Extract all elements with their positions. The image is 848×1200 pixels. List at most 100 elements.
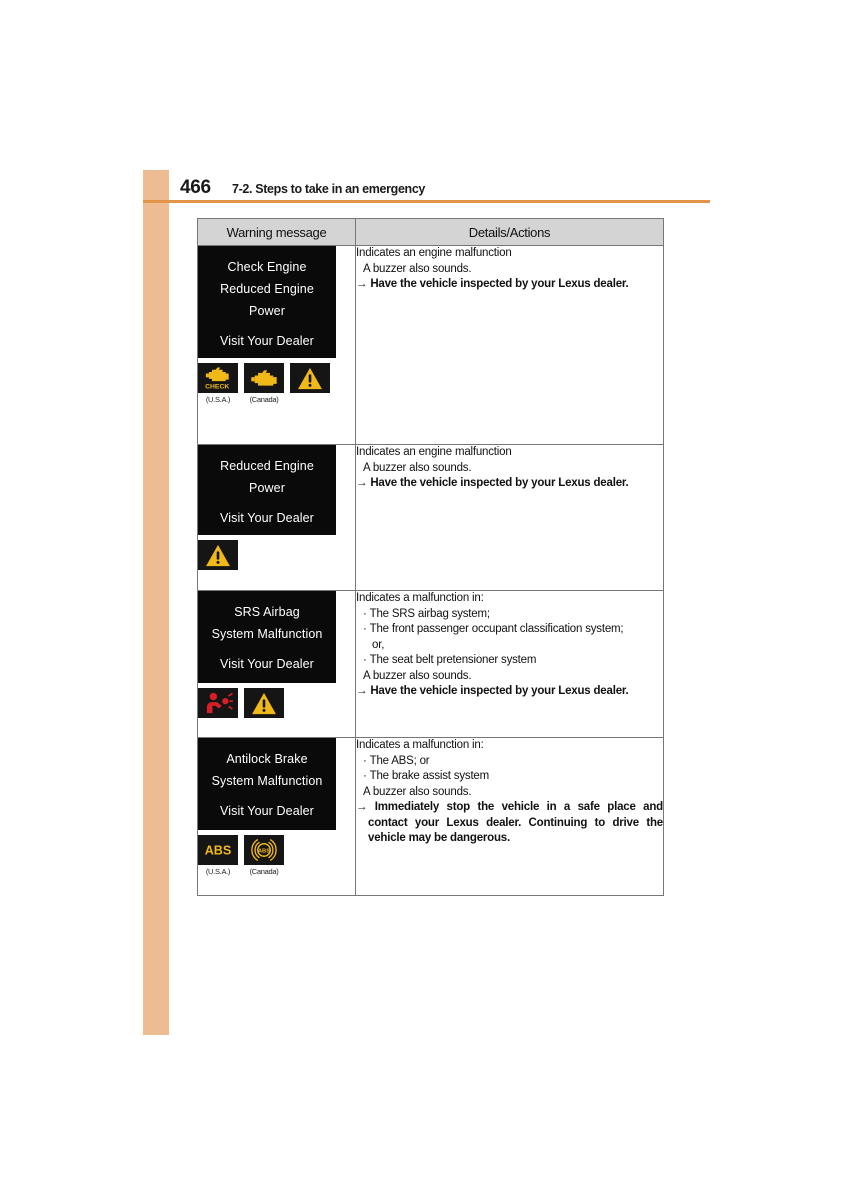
details-bullet-text: The ABS; or [369,754,430,767]
section-title: 7-2. Steps to take in an emergency [232,182,426,196]
bullet-marker-icon: · [363,623,370,635]
details-buzzer-note: A buzzer also sounds. [363,669,472,682]
indicator-icon-slot [198,540,238,581]
indicator-icon-row [198,540,355,581]
master-warning-icon [198,540,238,570]
details-intro: Indicates an engine malfunction [356,446,512,458]
svg-text:ABS: ABS [205,844,232,858]
indicator-icon-caption: (U.S.A.) [205,395,231,404]
details-action-text: Have the vehicle inspected by your Lexus… [370,685,629,697]
indicator-icon-row: ABS (U.S.A.) ABS (Canada) [198,835,355,876]
bullet-marker-icon: · [363,654,370,666]
indicator-icon-row [198,688,355,729]
warning-message-cell: SRS Airbag System Malfunction Visit Your D… [197,590,356,738]
page-margin-strip [143,170,169,1035]
display-message-line: Power [249,304,285,318]
details-content: Indicates a malfunction in: · The ABS; or… [356,738,663,847]
indicator-icon-caption: (Canada) [249,395,279,404]
table-row: Antilock Brake System Malfunction Visit Yo… [197,737,664,896]
column-header-details-actions: Details/Actions [355,218,664,246]
details-action-text: Have the vehicle inspected by your Lexus… [370,477,629,489]
instrument-display-panel: Antilock Brake System Malfunction Visit Yo… [198,738,336,830]
details-actions-cell: Indicates a malfunction in: · The ABS; or… [355,737,664,896]
table-row: Reduced Engine Power Visit Your Dealer Ind… [197,444,664,591]
indicator-icon-slot: (Canada) [244,363,284,404]
details-bullet: · The brake assist system [356,769,663,785]
column-header-warning-message: Warning message [197,218,356,246]
details-action-text: Have the vehicle inspected by your Lexus… [370,278,629,290]
details-actions-cell: Indicates an engine malfunction A buzzer … [355,245,664,445]
display-footer-line: Visit Your Dealer [220,657,314,671]
details-action: → Have the vehicle inspected by your Lex… [356,684,663,700]
details-buzzer-note: A buzzer also sounds. [363,461,472,474]
details-action-text: Immediately stop the vehicle in a safe p… [368,801,663,844]
display-message-line: SRS Airbag [234,605,300,619]
display-message-line: System Malfunction [211,627,323,641]
master-warning-icon [244,688,284,718]
abs-usa-icon: ABS [198,835,238,865]
display-footer-line: Visit Your Dealer [220,334,314,348]
details-bullet: · The front passenger occupant classific… [356,622,663,638]
svg-text:CHECK: CHECK [205,383,229,390]
display-message-line: Reduced Engine [220,459,314,473]
arrow-right-icon: → [356,477,368,489]
instrument-display-panel: Check Engine Reduced Engine Power Visit You… [198,246,336,358]
warning-message-cell: Reduced Engine Power Visit Your Dealer [197,444,356,591]
display-message-line: System Malfunction [211,774,323,788]
table-header-row: Warning message Details/Actions [197,218,664,246]
details-bullet-text: The brake assist system [369,770,490,782]
indicator-icon-slot [244,688,284,729]
details-content: Indicates an engine malfunction A buzzer … [356,246,663,293]
details-intro: Indicates a malfunction in: [356,739,484,751]
warning-message-table: Warning message Details/Actions Check En… [197,218,664,896]
details-bullet: · The seat belt pretensioner system [356,653,663,669]
bullet-marker-icon: · [363,754,370,767]
details-content: Indicates a malfunction in: · The SRS air… [356,591,663,700]
bullet-marker-icon: · [363,607,370,620]
table-body: Check Engine Reduced Engine Power Visit You… [197,245,664,896]
display-message-line: Check Engine [227,260,307,274]
details-bullet-continuation: or, [372,638,385,651]
arrow-right-icon: → [356,685,368,697]
indicator-icon-slot: CHECK (U.S.A.) [198,363,238,404]
display-message-line: Reduced Engine [220,282,314,296]
warning-message-cell: Antilock Brake System Malfunction Visit Yo… [197,737,356,896]
svg-text:ABS: ABS [258,849,270,855]
table-row: Check Engine Reduced Engine Power Visit You… [197,245,664,445]
table-row: SRS Airbag System Malfunction Visit Your D… [197,590,664,738]
srs-airbag-icon [198,688,238,718]
display-message-line: Power [249,481,285,495]
details-action: → Have the vehicle inspected by your Lex… [356,277,663,293]
master-warning-icon [290,363,330,393]
bullet-marker-icon: · [363,770,370,782]
details-bullet-text: The seat belt pretensioner system [369,654,537,666]
details-intro: Indicates an engine malfunction [356,247,512,259]
indicator-icon-row: CHECK (U.S.A.) (Canada) [198,363,355,404]
details-bullet-text: The front passenger occupant classificat… [369,623,624,635]
arrow-right-icon: → [356,801,368,813]
indicator-icon-slot [198,688,238,729]
details-bullet: · The ABS; or [356,754,663,770]
display-message-line: Antilock Brake [226,752,308,766]
header-rule [143,200,710,203]
check-engine-usa-icon: CHECK [198,363,238,393]
details-intro: Indicates a malfunction in: [356,592,484,604]
check-engine-canada-icon [244,363,284,393]
details-content: Indicates an engine malfunction A buzzer … [356,445,663,492]
page-header: 466 7-2. Steps to take in an emergency [169,177,714,200]
display-footer-line: Visit Your Dealer [220,511,314,525]
details-bullet: · The SRS airbag system; [356,607,663,623]
details-action: → Immediately stop the vehicle in a safe… [356,800,663,847]
abs-canada-icon: ABS [244,835,284,865]
indicator-icon-caption: (Canada) [249,867,279,876]
warning-message-cell: Check Engine Reduced Engine Power Visit You… [197,245,356,445]
indicator-icon-slot [290,363,330,404]
details-buzzer-note: A buzzer also sounds. [363,785,472,798]
details-bullet-text: The SRS airbag system; [369,607,490,620]
indicator-icon-slot: ABS (Canada) [244,835,284,876]
details-action: → Have the vehicle inspected by your Lex… [356,476,663,492]
details-actions-cell: Indicates an engine malfunction A buzzer … [355,444,664,591]
display-footer-line: Visit Your Dealer [220,804,314,818]
arrow-right-icon: → [356,278,368,290]
indicator-icon-caption: (U.S.A.) [205,867,231,876]
